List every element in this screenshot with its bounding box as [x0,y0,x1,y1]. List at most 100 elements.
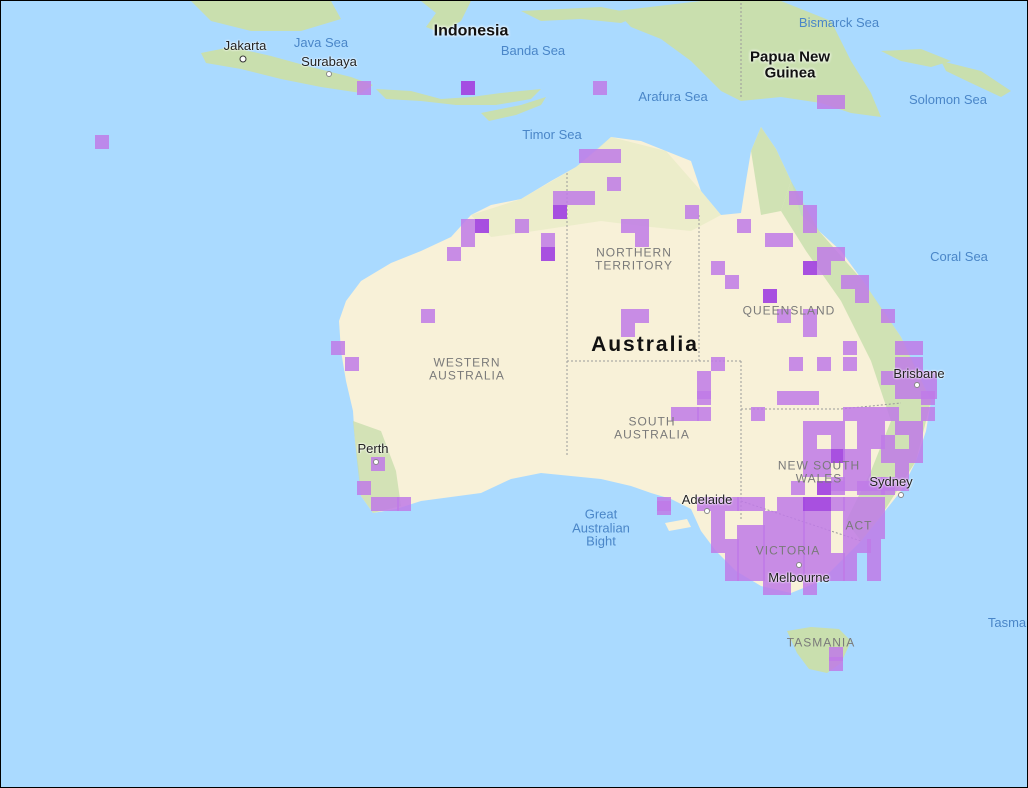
occurrence-cell [803,219,817,233]
occurrence-cell [871,407,885,421]
occurrence-cell [857,463,871,477]
occurrence-cell [737,553,751,567]
occurrence-cell [515,219,529,233]
occurrence-cell [843,525,857,539]
occurrence-cell [803,261,817,275]
occurrence-cell [803,539,817,553]
occurrence-cell [803,511,817,525]
occurrence-cell [817,525,831,539]
occurrence-cell [923,371,937,385]
occurrence-cell [909,435,923,449]
city-marker-perth [373,459,379,465]
occurrence-cell [817,481,831,495]
occurrence-cell [711,497,725,511]
occurrence-cell [843,463,857,477]
occurrence-cell [871,497,885,511]
occurrence-cell [867,539,881,553]
occurrence-cell [843,497,857,511]
occurrence-cell [817,497,831,511]
occurrence-cell [461,219,475,233]
occurrence-cell [737,539,751,553]
occurrence-cell [843,477,857,491]
occurrence-cell [635,309,649,323]
occurrence-cell [885,407,899,421]
occurrence-cell [895,449,909,463]
occurrence-cell [895,463,909,477]
occurrence-cell [763,581,777,595]
occurrence-cell [607,149,621,163]
occurrence-cell [817,261,831,275]
occurrence-cell [857,481,871,495]
occurrence-cell [777,309,791,323]
occurrence-cell [803,449,817,463]
occurrence-cell [763,553,777,567]
occurrence-cell [711,357,725,371]
occurrence-cell [763,511,777,525]
occurrence-cell [843,449,857,463]
occurrence-cell [881,309,895,323]
occurrence-cell [817,567,831,581]
occurrence-cell [765,233,779,247]
occurrence-cell [777,553,791,567]
city-marker-melbourne [796,562,802,568]
occurrence-cell [763,525,777,539]
occurrence-cell [881,435,895,449]
occurrence-cell [803,463,817,477]
occurrence-cell [725,275,739,289]
occurrence-cell [737,219,751,233]
occurrence-cell [357,481,371,495]
occurrence-cell [843,567,857,581]
occurrence-cell [553,205,567,219]
occurrence-cell [895,421,909,435]
occurrence-cell [817,553,831,567]
occurrence-cell [909,449,923,463]
occurrence-cell [857,407,871,421]
occurrence-cell [857,511,871,525]
occurrence-cell [895,357,909,371]
occurrence-cell [371,497,385,511]
occurrence-cell [843,553,857,567]
occurrence-cell [843,357,857,371]
occurrence-cell [867,553,881,567]
occurrence-cell [607,177,621,191]
occurrence-cell [843,539,857,553]
occurrence-cell [871,511,885,525]
occurrence-cell [895,371,909,385]
occurrence-cell [421,309,435,323]
occurrence-cell [697,391,711,405]
occurrence-cell [581,191,595,205]
occurrence-cell [881,449,895,463]
occurrence-cell [791,481,805,495]
occurrence-cell [881,481,895,495]
occurrence-cell [777,539,791,553]
occurrence-cell [397,497,411,511]
occurrence-cell [777,511,791,525]
map-viewport[interactable]: Java Sea Banda Sea Bismarck Sea Arafura … [0,0,1028,788]
occurrence-cell [657,501,671,515]
occurrence-cell [567,191,581,205]
occurrence-cell [711,525,725,539]
occurrence-cell [803,553,817,567]
occurrence-cell [95,135,109,149]
occurrence-cell [803,581,817,595]
occurrence-cell [763,539,777,553]
occurrence-cell [791,391,805,405]
occurrence-cell [803,435,817,449]
occurrence-cell [817,247,831,261]
occurrence-cell [697,407,711,421]
occurrence-cell [803,205,817,219]
occurrence-cell [461,81,475,95]
occurrence-cell [921,407,935,421]
occurrence-cell [777,525,791,539]
occurrence-cell [871,525,885,539]
occurrence-cell [817,95,831,109]
occurrence-cell [831,247,845,261]
occurrence-cell [777,581,791,595]
occurrence-cell [789,191,803,205]
occurrence-cell [817,463,831,477]
occurrence-cell [857,449,871,463]
occurrence-cell [831,95,845,109]
occurrence-cell [817,539,831,553]
occurrence-cell [857,525,871,539]
occurrence-cell [635,233,649,247]
